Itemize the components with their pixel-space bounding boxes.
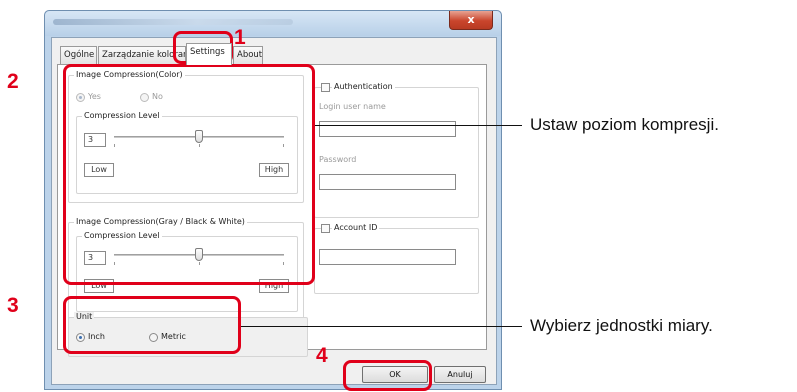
- login-user-name-label: Login user name: [319, 102, 386, 111]
- callout-number-2: 2: [7, 70, 19, 93]
- tab-label: Ogólne: [64, 50, 95, 60]
- authentication-label: Authentication: [332, 82, 395, 91]
- callout-number-4: 4: [316, 344, 328, 367]
- callout-line-compression: [315, 125, 522, 126]
- cancel-button[interactable]: Anuluj: [434, 366, 486, 383]
- password-label: Password: [319, 155, 357, 164]
- callout-text-compression: Ustaw poziom kompresji.: [530, 115, 719, 134]
- highlight-box-ok: [343, 360, 432, 391]
- callout-line-unit: [241, 326, 522, 327]
- callout-number-3: 3: [7, 294, 19, 317]
- window-title-blurred: [53, 19, 293, 25]
- password-field[interactable]: [319, 174, 456, 190]
- close-button[interactable]: x: [449, 11, 493, 30]
- callout-text-unit: Wybierz jednostki miary.: [530, 316, 713, 335]
- title-bar[interactable]: x: [45, 11, 501, 36]
- account-id-checkbox[interactable]: [321, 224, 330, 233]
- callout-number-1: 1: [234, 26, 246, 49]
- highlight-box-compression: [63, 64, 315, 285]
- authentication-group: Authentication Login user name Password: [314, 82, 479, 218]
- highlight-box-unit: [63, 296, 241, 354]
- account-id-group: Account ID: [314, 223, 479, 294]
- tab-settings[interactable]: Settings: [186, 43, 232, 65]
- tab-general[interactable]: Ogólne: [60, 46, 97, 64]
- account-id-label: Account ID: [332, 223, 380, 232]
- authentication-checkbox[interactable]: [321, 83, 330, 92]
- tab-label: About: [237, 50, 263, 60]
- account-id-field[interactable]: [319, 249, 456, 265]
- close-icon: x: [467, 13, 475, 26]
- login-user-name-field[interactable]: [319, 121, 456, 137]
- tab-label: Settings: [190, 47, 225, 57]
